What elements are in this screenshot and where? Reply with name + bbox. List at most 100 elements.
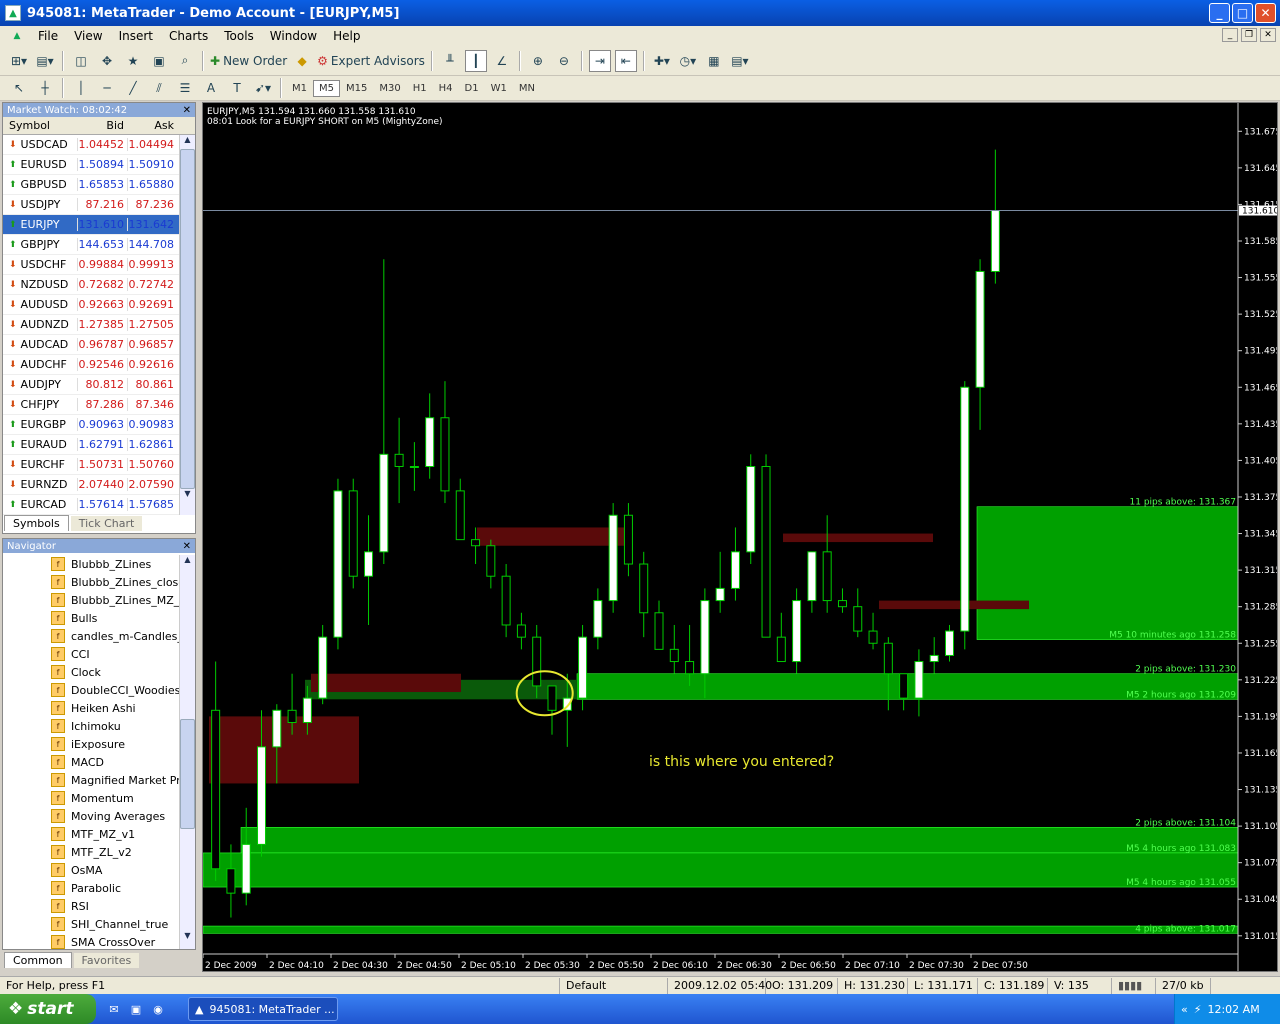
navigator-item[interactable]: f Bulls bbox=[3, 609, 179, 627]
table-row[interactable]: ⬆ GBPJPY 144.653 144.708 bbox=[3, 235, 195, 255]
table-row[interactable]: ⬆ EURGBP 0.90963 0.90983 bbox=[3, 415, 195, 435]
timeframe-d1[interactable]: D1 bbox=[459, 80, 485, 97]
table-row[interactable]: ⬇ AUDCAD 0.96787 0.96857 bbox=[3, 335, 195, 355]
scroll-up-icon[interactable]: ▲ bbox=[180, 135, 195, 149]
maximize-button[interactable]: □ bbox=[1232, 3, 1253, 23]
navigator-item[interactable]: f DoubleCCI_Woodies bbox=[3, 681, 179, 699]
scroll-thumb[interactable] bbox=[180, 719, 195, 829]
navigator-item[interactable]: f Heiken Ashi bbox=[3, 699, 179, 717]
timeframe-m5[interactable]: M5 bbox=[313, 79, 340, 97]
menu-help[interactable]: Help bbox=[325, 29, 368, 43]
templates-icon[interactable]: ▦ bbox=[703, 50, 725, 72]
table-row[interactable]: ⬇ AUDNZD 1.27385 1.27505 bbox=[3, 315, 195, 335]
navigator-item[interactable]: f MTF_MZ_v1 bbox=[3, 825, 179, 843]
table-row[interactable]: ⬇ USDCAD 1.04452 1.04494 bbox=[3, 135, 195, 155]
menu-window[interactable]: Window bbox=[262, 29, 325, 43]
new-order-button[interactable]: ✚ New Order bbox=[210, 50, 287, 72]
navigator-item[interactable]: f Ichimoku bbox=[3, 717, 179, 735]
navigator-item[interactable]: f RSI bbox=[3, 897, 179, 915]
column-bid[interactable]: Bid bbox=[77, 119, 127, 132]
mdi-minimize-button[interactable]: _ bbox=[1222, 28, 1238, 42]
profiles-icon[interactable]: ▤▾ bbox=[34, 50, 56, 72]
tab-favorites[interactable]: Favorites bbox=[73, 952, 140, 968]
table-row[interactable]: ⬆ EURJPY 131.610 131.642 bbox=[3, 215, 195, 235]
scroll-thumb[interactable] bbox=[180, 149, 195, 489]
timeframe-m30[interactable]: M30 bbox=[373, 80, 406, 97]
outlook-icon[interactable]: ✉ bbox=[106, 1001, 122, 1017]
app-menu-icon[interactable]: ▲ bbox=[6, 25, 28, 47]
navigator-item[interactable]: f SHI_Channel_true bbox=[3, 915, 179, 933]
zoom-in-icon[interactable]: ⊕ bbox=[527, 50, 549, 72]
indicators-icon[interactable]: ✚▾ bbox=[651, 50, 673, 72]
autoscroll-icon[interactable]: ⇥ bbox=[588, 49, 611, 72]
navigator-scrollbar[interactable]: ▲ ▼ bbox=[179, 555, 195, 949]
navigator-item[interactable]: f SMA CrossOver bbox=[3, 933, 179, 949]
minimize-button[interactable]: _ bbox=[1209, 3, 1230, 23]
taskbar-metatrader[interactable]: ▲ 945081: MetaTrader ... bbox=[188, 997, 338, 1021]
scroll-track[interactable] bbox=[180, 569, 195, 719]
start-button[interactable]: ❖ start bbox=[0, 994, 96, 1024]
market-watch-scrollbar[interactable]: ▲ ▼ bbox=[179, 135, 195, 515]
navigator-item[interactable]: f Parabolic bbox=[3, 879, 179, 897]
menu-tools[interactable]: Tools bbox=[216, 29, 262, 43]
vertical-line-icon[interactable]: │ bbox=[70, 77, 92, 99]
navigator-item[interactable]: f iExposure bbox=[3, 735, 179, 753]
menu-insert[interactable]: Insert bbox=[111, 29, 161, 43]
horizontal-line-icon[interactable]: ─ bbox=[96, 77, 118, 99]
data-window-icon[interactable]: ✥ bbox=[96, 50, 118, 72]
table-row[interactable]: ⬇ EURCHF 1.50731 1.50760 bbox=[3, 455, 195, 475]
table-row[interactable]: ⬇ EURNZD 2.07440 2.07590 bbox=[3, 475, 195, 495]
navigator-item[interactable]: f Blubbb_ZLines_MZ_re bbox=[3, 591, 179, 609]
table-row[interactable]: ⬇ NZDUSD 0.72682 0.72742 bbox=[3, 275, 195, 295]
chart-shift-icon[interactable]: ⇤ bbox=[614, 49, 637, 72]
fibonacci-icon[interactable]: ☰ bbox=[174, 77, 196, 99]
trendline-icon[interactable]: ╱ bbox=[122, 77, 144, 99]
new-chart-icon[interactable]: ⊞▾ bbox=[8, 50, 30, 72]
menu-charts[interactable]: Charts bbox=[161, 29, 216, 43]
close-button[interactable]: ✕ bbox=[1255, 3, 1276, 23]
table-row[interactable]: ⬆ GBPUSD 1.65853 1.65880 bbox=[3, 175, 195, 195]
table-row[interactable]: ⬇ CHFJPY 87.286 87.346 bbox=[3, 395, 195, 415]
close-icon[interactable]: ✕ bbox=[183, 541, 191, 552]
navigator-item[interactable]: f Clock bbox=[3, 663, 179, 681]
navigator-item[interactable]: f Magnified Market Price bbox=[3, 771, 179, 789]
market-watch-icon[interactable]: ◫ bbox=[70, 50, 92, 72]
scroll-up-icon[interactable]: ▲ bbox=[180, 555, 195, 569]
table-row[interactable]: ⬇ AUDJPY 80.812 80.861 bbox=[3, 375, 195, 395]
properties-icon[interactable]: ▤▾ bbox=[729, 50, 751, 72]
navigator-item[interactable]: f MACD bbox=[3, 753, 179, 771]
table-row[interactable]: ⬆ EURUSD 1.50894 1.50910 bbox=[3, 155, 195, 175]
mdi-close-button[interactable]: ✕ bbox=[1260, 28, 1276, 42]
navigator-item[interactable]: f CCI bbox=[3, 645, 179, 663]
column-ask[interactable]: Ask bbox=[127, 119, 177, 132]
navigator-item[interactable]: f Blubbb_ZLines bbox=[3, 555, 179, 573]
navigator-item[interactable]: f OsMA bbox=[3, 861, 179, 879]
tab-common[interactable]: Common bbox=[4, 952, 72, 968]
timeframe-m1[interactable]: M1 bbox=[286, 80, 313, 97]
scroll-track[interactable] bbox=[180, 829, 195, 931]
metaeditor-icon[interactable]: ◆ bbox=[291, 50, 313, 72]
timeframe-w1[interactable]: W1 bbox=[485, 80, 513, 97]
table-row[interactable]: ⬆ EURCAD 1.57614 1.57685 bbox=[3, 495, 195, 515]
candlestick-chart[interactable]: 131.675131.645131.615131.585131.555131.5… bbox=[203, 103, 1278, 972]
column-symbol[interactable]: Symbol bbox=[3, 119, 77, 132]
terminal-icon[interactable]: ▣ bbox=[148, 50, 170, 72]
timeframe-h4[interactable]: H4 bbox=[433, 80, 459, 97]
text-icon[interactable]: A bbox=[200, 77, 222, 99]
cursor-icon[interactable]: ↖ bbox=[8, 77, 30, 99]
navigator-item[interactable]: f candles_m-Candles_m bbox=[3, 627, 179, 645]
navigator-item[interactable]: f MTF_ZL_v2 bbox=[3, 843, 179, 861]
scroll-down-icon[interactable]: ▼ bbox=[180, 931, 195, 945]
line-chart-icon[interactable]: ∠ bbox=[491, 50, 513, 72]
bar-chart-icon[interactable]: ╨ bbox=[439, 50, 461, 72]
tab-tick-chart[interactable]: Tick Chart bbox=[70, 515, 143, 531]
zoom-out-icon[interactable]: ⊖ bbox=[553, 50, 575, 72]
timeframe-h1[interactable]: H1 bbox=[407, 80, 433, 97]
firefox-icon[interactable]: ◉ bbox=[150, 1001, 166, 1017]
chart-window[interactable]: 131.675 131.645 131.615 131.585 131.555 131.5… bbox=[202, 102, 1278, 972]
timeframe-m15[interactable]: M15 bbox=[340, 80, 373, 97]
text-label-icon[interactable]: T bbox=[226, 77, 248, 99]
navigator-item[interactable]: f Momentum bbox=[3, 789, 179, 807]
strategy-tester-icon[interactable]: ⌕ bbox=[174, 50, 196, 72]
expert-advisors-button[interactable]: ⚙ Expert Advisors bbox=[317, 50, 425, 72]
